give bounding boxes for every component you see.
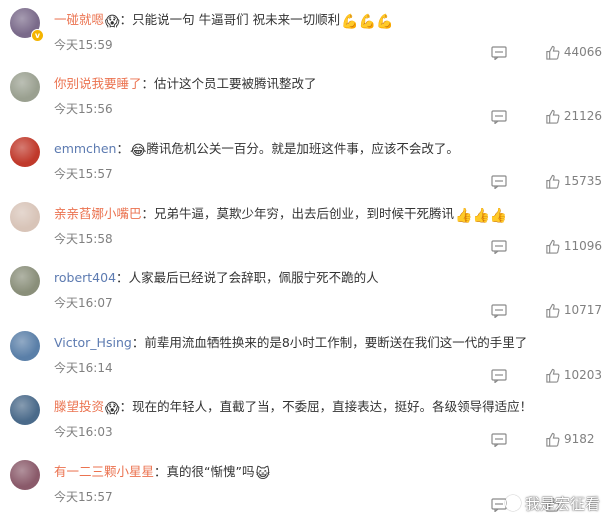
comment-item: v 一碰就嗯😱：只能说一句 牛逼哥们 祝未来一切顺利💪💪💪 今天15:59 44066 [0, 8, 614, 72]
colon-separator: ： [141, 76, 155, 91]
comment-actions: 9182 [491, 429, 602, 449]
comment-text: 人家最后已经说了会辞职，佩服宁死不跪的人 [128, 270, 379, 285]
like-thumb-icon[interactable] [545, 45, 560, 60]
like-count: 10203 [563, 368, 602, 382]
membership-emoji-icon: 😱 [105, 401, 120, 417]
username-link[interactable]: emmchen [54, 141, 116, 156]
like-thumb-icon[interactable] [545, 303, 560, 318]
colon-separator: ： [116, 270, 129, 285]
colon-separator: ： [141, 206, 155, 221]
avatar[interactable] [10, 395, 40, 425]
like-thumb-icon[interactable] [545, 109, 560, 124]
like-count: 44066 [563, 45, 602, 59]
comment-item: emmchen：😂腾讯危机公关一百分。就是加班这件事，应该不会改了。今天15:5… [0, 137, 614, 201]
comment-item: 亲亲萏娜小嘴巴：兄弟牛逼，莫欺少年穷，出去后创业，到时候干死腾讯👍👍👍 今天15:… [0, 202, 614, 266]
reply-icon[interactable] [491, 109, 507, 125]
like-thumb-icon[interactable] [545, 368, 560, 383]
comment-item: robert404：人家最后已经说了会辞职，佩服宁死不跪的人今天16:07 107… [0, 266, 614, 330]
like-count: 15735 [563, 174, 602, 188]
username-link[interactable]: robert404 [54, 270, 116, 285]
comment-actions: 10203 [491, 365, 602, 385]
reply-icon[interactable] [491, 303, 507, 319]
username-link[interactable]: 你别说我要睡了 [54, 76, 142, 91]
like-count: 10717 [563, 303, 602, 317]
comment-timestamp: 今天15:59 [54, 38, 113, 52]
comment-line: 你别说我要睡了：估计这个员工要被腾讯整改了 [54, 75, 604, 93]
comment-timestamp: 今天15:56 [54, 102, 113, 116]
username-link[interactable]: 有一二三颗小星星 [54, 464, 154, 479]
colon-separator: ： [116, 141, 129, 156]
like-thumb-icon[interactable] [545, 432, 560, 447]
comment-text: 只能说一句 牛逼哥们 祝未来一切顺利 [132, 12, 341, 27]
comment-item: Victor_Hsing：前辈用流血牺牲换来的是8小时工作制，要断送在我们这一代… [0, 331, 614, 395]
avatar[interactable] [10, 460, 40, 490]
comment-actions: 21126 [491, 106, 602, 126]
like-count: 9182 [564, 432, 595, 446]
avatar[interactable] [10, 266, 40, 296]
comment-line: 有一二三颗小星星：真的很“惭愧”吗😺 [54, 463, 604, 481]
comment-timestamp: 今天16:03 [54, 425, 113, 439]
comment-actions: 15735 [491, 171, 602, 191]
username-link[interactable]: 滕望投资 [54, 399, 104, 414]
comment-text: 前辈用流血牺牲换来的是8小时工作制，要断送在我们这一代的手里了 [144, 335, 528, 350]
verified-badge-icon: v [31, 29, 44, 42]
like-count: 11096 [563, 239, 602, 253]
colon-separator: ： [131, 335, 145, 350]
colon-separator: ： [119, 399, 133, 414]
avatar[interactable] [10, 137, 40, 167]
comment-line: 一碰就嗯😱：只能说一句 牛逼哥们 祝未来一切顺利💪💪💪 [54, 11, 604, 29]
avatar[interactable] [10, 72, 40, 102]
comment-line: Victor_Hsing：前辈用流血牺牲换来的是8小时工作制，要断送在我们这一代… [54, 334, 604, 352]
comment-timestamp: 今天15:58 [54, 232, 113, 246]
comment-text: 腾讯危机公关一百分。就是加班这件事，应该不会改了。 [146, 141, 459, 156]
reply-icon[interactable] [491, 45, 507, 61]
comment-actions: 44066 [491, 42, 602, 62]
comment-timestamp: 今天15:57 [54, 490, 113, 504]
username-link[interactable]: 一碰就嗯 [54, 12, 104, 27]
comment-item: 有一二三颗小星星：真的很“惭愧”吗😺 今天15:57 [0, 460, 614, 524]
avatar[interactable] [10, 202, 40, 232]
avatar[interactable] [10, 331, 40, 361]
comment-timestamp: 今天16:07 [54, 296, 113, 310]
colon-separator: ： [119, 12, 133, 27]
comment-timestamp: 今天15:57 [54, 167, 113, 181]
reply-icon[interactable] [491, 239, 507, 255]
comment-text: 现在的年轻人，直截了当，不委屈，直接表达，挺好。各级领导得适应！ [132, 399, 533, 414]
comment-actions: 11096 [491, 236, 602, 256]
reply-icon[interactable] [491, 368, 507, 384]
comment-item: 你别说我要睡了：估计这个员工要被腾讯整改了今天15:56 21126 [0, 72, 614, 136]
watermark-logo-icon [504, 495, 521, 511]
trailing-emoji-icon: 😺 [255, 466, 271, 482]
comment-text: 兄弟牛逼，莫欺少年穷，出去后创业，到时候干死腾讯 [154, 206, 455, 221]
watermark: 我是宏征看 [504, 493, 600, 514]
trailing-emoji-icon: 👍👍👍 [455, 208, 508, 224]
reply-icon[interactable] [491, 432, 507, 448]
comment-line: 滕望投资😱：现在的年轻人，直截了当，不委屈，直接表达，挺好。各级领导得适应！ [54, 398, 604, 416]
comment-line: robert404：人家最后已经说了会辞职，佩服宁死不跪的人 [54, 269, 604, 287]
trailing-emoji-icon: 💪💪💪 [341, 14, 394, 30]
comment-actions: 10717 [491, 300, 602, 320]
membership-emoji-icon: 😱 [105, 14, 120, 30]
comment-item: 滕望投资😱：现在的年轻人，直截了当，不委屈，直接表达，挺好。各级领导得适应！ 今天… [0, 395, 614, 459]
like-count: 21126 [563, 109, 602, 123]
comment-text: 真的很“惭愧”吗 [166, 464, 255, 479]
comment-timestamp: 今天16:14 [54, 361, 113, 375]
watermark-text: 我是宏征看 [524, 495, 600, 513]
comment-text: 估计这个员工要被腾讯整改了 [154, 76, 317, 91]
username-link[interactable]: 亲亲萏娜小嘴巴 [54, 206, 142, 221]
username-link[interactable]: Victor_Hsing [54, 335, 132, 350]
laugh-cry-emoji-icon: 😂 [129, 143, 147, 159]
like-thumb-icon[interactable] [545, 174, 560, 189]
comment-line: emmchen：😂腾讯危机公关一百分。就是加班这件事，应该不会改了。 [54, 140, 604, 158]
reply-icon[interactable] [491, 174, 507, 190]
like-thumb-icon[interactable] [545, 239, 560, 254]
comment-line: 亲亲萏娜小嘴巴：兄弟牛逼，莫欺少年穷，出去后创业，到时候干死腾讯👍👍👍 [54, 205, 604, 223]
colon-separator: ： [154, 464, 167, 479]
